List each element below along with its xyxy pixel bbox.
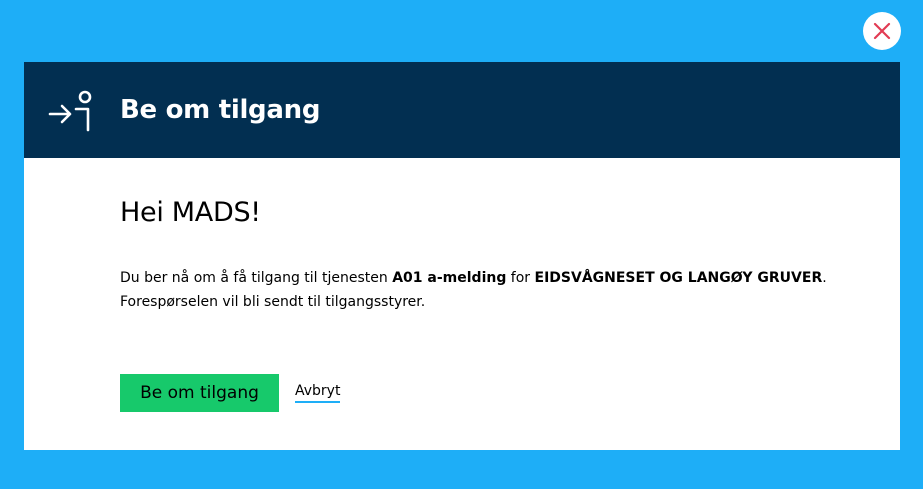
message-text: Du ber nå om å få tilgang til tjenesten — [120, 270, 393, 286]
message-text: . — [822, 270, 827, 286]
request-access-dialog: Be om tilgang Hei MADS! Du ber nå om å f… — [24, 62, 900, 450]
close-button[interactable] — [863, 12, 901, 50]
dialog-header: Be om tilgang — [24, 62, 900, 158]
request-access-button[interactable]: Be om tilgang — [120, 374, 279, 412]
service-name: A01 a-melding — [392, 270, 507, 286]
organization-name: EIDSVÅGNESET OG LANGØY GRUVER — [534, 270, 823, 286]
dialog-actions: Be om tilgang Avbryt — [120, 374, 900, 412]
cancel-link[interactable]: Avbryt — [295, 383, 341, 403]
close-icon — [873, 22, 891, 40]
dialog-title: Be om tilgang — [120, 95, 321, 125]
greeting-heading: Hei MADS! — [120, 197, 261, 228]
message-line-2: Forespørselen vil bli sendt til tilgangs… — [120, 294, 426, 310]
request-message: Du ber nå om å få tilgang til tjenesten … — [120, 266, 900, 314]
dialog-body: Hei MADS! Du ber nå om å få tilgang til … — [24, 196, 900, 412]
request-access-icon — [48, 90, 92, 132]
message-text: for — [506, 270, 535, 286]
